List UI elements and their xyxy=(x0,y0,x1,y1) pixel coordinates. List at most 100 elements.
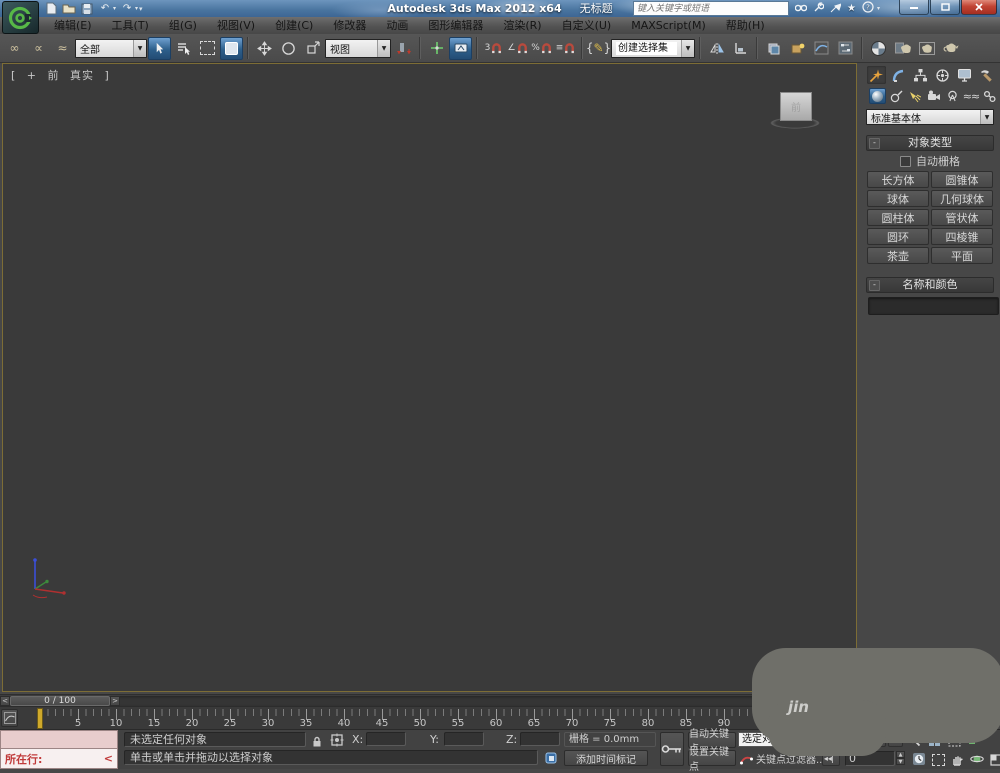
menu-item-edit[interactable]: 编辑(E) xyxy=(44,17,102,34)
select-object-button[interactable] xyxy=(148,36,171,60)
primitive-category-dropdown[interactable]: 标准基本体 ▼ xyxy=(866,109,994,125)
layer-manager-button[interactable] xyxy=(762,37,785,60)
tab-motion[interactable] xyxy=(933,66,952,84)
graphite-ribbon-toggle-button[interactable] xyxy=(786,37,809,60)
default-tangent-icon[interactable] xyxy=(740,751,753,770)
minimize-button[interactable] xyxy=(899,0,929,15)
select-and-scale-button[interactable] xyxy=(301,37,324,60)
set-key-mode-button[interactable]: 设置关键点 xyxy=(688,747,736,773)
listener-scroll-arrow[interactable]: < xyxy=(104,752,113,765)
primitive-sphere-button[interactable]: 球体 xyxy=(867,190,929,207)
angle-snap-button[interactable]: ∠ xyxy=(506,37,529,60)
favorites-star-icon[interactable]: ★ xyxy=(847,3,856,14)
maxscript-listener-macro-pane[interactable] xyxy=(0,730,118,749)
add-time-tag-button[interactable]: 添加时间标记 xyxy=(564,750,648,766)
menu-item-tools[interactable]: 工具(T) xyxy=(102,17,159,34)
menu-item-graph-editors[interactable]: 图形编辑器 xyxy=(418,17,493,34)
primitive-tube-button[interactable]: 管状体 xyxy=(931,209,993,226)
communication-center-icon[interactable] xyxy=(830,2,842,16)
save-icon[interactable] xyxy=(80,2,94,15)
tab-create[interactable] xyxy=(867,66,886,84)
y-coordinate-field[interactable] xyxy=(444,732,484,746)
primitive-pyramid-button[interactable]: 四棱锥 xyxy=(931,228,993,245)
snap-toggle-3d-button[interactable]: 3 xyxy=(482,37,505,60)
menu-item-animation[interactable]: 动画 xyxy=(376,17,418,34)
align-button[interactable] xyxy=(729,37,752,60)
edit-named-selection-sets-button[interactable]: {✎} xyxy=(586,37,611,60)
collapse-icon[interactable]: - xyxy=(869,280,880,291)
viewcube-front-face[interactable]: 前 xyxy=(780,92,812,121)
redo-dropdown-icon[interactable]: ▾ xyxy=(135,5,138,12)
infocenter-search-input[interactable] xyxy=(633,1,790,16)
subtab-space-warps[interactable]: ≈≈ xyxy=(963,88,980,104)
viewport-front[interactable]: [ + 前 真实 ] 前 xyxy=(2,63,857,692)
close-button[interactable] xyxy=(961,0,997,15)
subscription-wrench-icon[interactable] xyxy=(813,1,825,16)
subtab-helpers[interactable] xyxy=(944,88,961,104)
rendered-frame-window-button[interactable] xyxy=(915,37,938,60)
reference-coordinate-dropdown[interactable]: 视图 ▼ xyxy=(325,38,391,58)
keyboard-override-toggle-button[interactable] xyxy=(449,36,472,60)
mirror-button[interactable] xyxy=(705,37,728,60)
qat-customize-icon[interactable]: ▾ xyxy=(139,5,143,13)
open-file-icon[interactable] xyxy=(62,2,76,15)
maximize-viewport-toggle-button[interactable] xyxy=(990,751,1000,770)
primitive-torus-button[interactable]: 圆环 xyxy=(867,228,929,245)
current-frame-marker[interactable] xyxy=(37,708,43,729)
redo-icon[interactable]: ↷ xyxy=(120,2,134,15)
select-and-rotate-button[interactable] xyxy=(277,37,300,60)
tab-utilities[interactable] xyxy=(977,66,996,84)
autogrid-checkbox[interactable] xyxy=(900,155,911,167)
viewport-shading-menu[interactable]: 真实 xyxy=(70,69,94,82)
absolute-mode-icon[interactable] xyxy=(330,732,344,751)
tab-modify[interactable] xyxy=(889,66,908,84)
primitive-cylinder-button[interactable]: 圆柱体 xyxy=(867,209,929,226)
menu-item-rendering[interactable]: 渲染(R) xyxy=(493,17,551,34)
next-frame-arrow[interactable]: > xyxy=(110,696,120,706)
mini-curve-editor-button[interactable] xyxy=(1,709,18,727)
time-slider-handle[interactable]: 0 / 100 xyxy=(10,696,110,706)
window-crossing-button[interactable] xyxy=(220,36,243,60)
z-coordinate-field[interactable] xyxy=(520,732,560,746)
search-binoculars-icon[interactable] xyxy=(794,2,808,15)
render-setup-button[interactable] xyxy=(891,37,914,60)
frame-spinner-up[interactable]: ▲ xyxy=(896,751,905,758)
x-coordinate-field[interactable] xyxy=(366,732,406,746)
menu-item-modifiers[interactable]: 修改器 xyxy=(323,17,376,34)
zoom-region-button[interactable] xyxy=(932,751,945,770)
object-name-input[interactable] xyxy=(868,297,999,315)
percent-snap-button[interactable]: % xyxy=(530,37,553,60)
subtab-shapes[interactable] xyxy=(888,88,905,104)
application-menu-button[interactable] xyxy=(2,1,39,34)
window-stack-icon[interactable] xyxy=(544,750,558,769)
menu-item-group[interactable]: 组(G) xyxy=(159,17,207,34)
collapse-icon[interactable]: - xyxy=(869,138,880,149)
material-editor-button[interactable] xyxy=(867,37,890,60)
viewcube[interactable]: 前 xyxy=(764,92,828,136)
maxscript-listener-pane[interactable]: 所在行: < xyxy=(0,749,118,769)
primitive-cone-button[interactable]: 圆锥体 xyxy=(931,171,993,188)
subtab-cameras[interactable] xyxy=(925,88,942,104)
pan-hand-button[interactable] xyxy=(951,751,964,770)
maximize-button[interactable] xyxy=(930,0,960,15)
select-and-manipulate-button[interactable] xyxy=(425,37,448,60)
tab-display[interactable] xyxy=(955,66,974,84)
curve-editor-button[interactable] xyxy=(810,37,833,60)
undo-dropdown-icon[interactable]: ▾ xyxy=(113,5,116,12)
rectangular-selection-region-button[interactable] xyxy=(196,37,219,60)
select-by-name-button[interactable] xyxy=(172,37,195,60)
use-pivot-center-button[interactable] xyxy=(392,37,415,60)
time-slider-track[interactable] xyxy=(0,696,859,706)
tab-hierarchy[interactable] xyxy=(911,66,930,84)
viewport-pov-menu[interactable]: 前 xyxy=(48,69,60,82)
help-dropdown-icon[interactable]: ▾ xyxy=(877,5,880,12)
selection-filter-dropdown[interactable]: 全部 ▼ xyxy=(75,38,147,58)
select-and-link-button[interactable]: ∞ xyxy=(3,37,26,60)
menu-item-create[interactable]: 创建(C) xyxy=(265,17,323,34)
menu-item-views[interactable]: 视图(V) xyxy=(207,17,265,34)
new-file-icon[interactable] xyxy=(44,2,58,15)
viewport-general-menu[interactable]: + xyxy=(27,69,37,82)
subtab-lights[interactable] xyxy=(906,88,923,104)
unlink-selection-button[interactable]: ∝ xyxy=(27,37,50,60)
render-production-button[interactable] xyxy=(939,37,962,60)
